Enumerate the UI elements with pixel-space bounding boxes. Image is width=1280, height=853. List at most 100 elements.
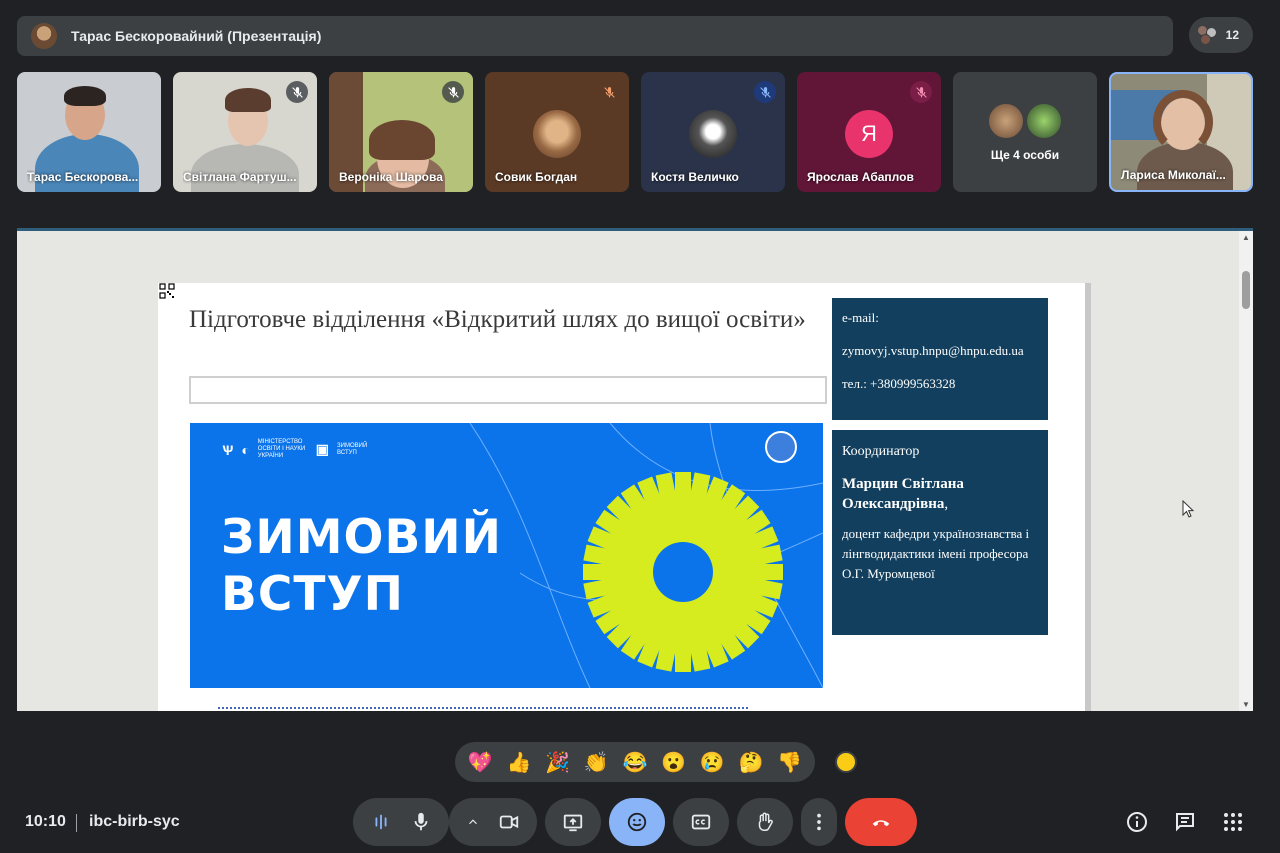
winter-admission-banner: Ѱ ◐ МІНІСТЕРСТВО ОСВІТИ І НАУКИ УКРАЇНИ … (190, 423, 823, 688)
microphone-control[interactable] (353, 798, 449, 846)
slide-link-line (218, 707, 748, 711)
participant-name: Тарас Бескорова... (27, 170, 139, 184)
leave-call-button[interactable] (845, 798, 917, 846)
participant-avatar: Я (845, 110, 893, 158)
reaction-sad[interactable]: 😢 (700, 750, 725, 775)
hand-icon (758, 812, 773, 831)
reaction-thumbs-up[interactable]: 👍 (507, 750, 532, 775)
more-options-button[interactable] (801, 798, 837, 846)
stage-scrollbar[interactable]: ▲ ▼ (1239, 231, 1253, 711)
ministry-name: МІНІСТЕРСТВО ОСВІТИ І НАУКИ УКРАЇНИ (257, 439, 306, 459)
sun-center (653, 542, 713, 602)
mouse-cursor-icon (1182, 500, 1195, 518)
slide-page: Підготовче відділення «Відкритий шлях до… (158, 283, 1085, 711)
scroll-up-icon[interactable]: ▲ (1242, 233, 1250, 242)
participant-name: Ярослав Абаплов (807, 170, 914, 184)
meeting-details-icon[interactable] (1125, 810, 1149, 834)
present-screen-icon (563, 814, 583, 832)
more-participants-tile[interactable]: Ще 4 особи (953, 72, 1097, 192)
email-value: zymovyj.vstup.hnpu@hnpu.edu.ua (842, 343, 1024, 358)
scroll-down-icon[interactable]: ▼ (1242, 700, 1250, 709)
presenter-bar[interactable]: Тарас Бескоровайний (Презентація) (17, 16, 1173, 56)
contact-card: e-mail: zymovyj.vstup.hnpu@hnpu.edu.ua т… (832, 298, 1048, 420)
banner-title-line2: ВСТУП (221, 567, 404, 622)
coordinator-position: доцент кафедри українознавства і лінгвод… (842, 526, 1030, 581)
reaction-clap[interactable]: 👏 (584, 750, 609, 775)
chat-icon[interactable] (1173, 810, 1197, 834)
participant-tile[interactable]: Тарас Бескорова... (17, 72, 161, 192)
participant-count: 12 (1225, 28, 1239, 42)
participant-avatar (987, 102, 1025, 140)
scrollbar-thumb[interactable] (1242, 271, 1250, 309)
reaction-party[interactable]: 🎉 (545, 750, 570, 775)
microphone-icon[interactable] (410, 811, 432, 833)
coordinator-name-comma: , (944, 496, 949, 512)
ministry-logo-icon: ◐ (241, 441, 250, 458)
camera-control[interactable] (449, 798, 537, 846)
participant-tile[interactable]: Совик Богдан (485, 72, 629, 192)
sun-burst-icon (583, 472, 783, 672)
university-seal-icon (765, 431, 797, 463)
muted-mic-icon (286, 81, 308, 103)
smiley-icon (627, 812, 647, 832)
reactions-button[interactable] (609, 798, 665, 846)
program-name: ЗИМОВИЙ ВСТУП (337, 442, 368, 456)
participants-button[interactable]: 12 (1189, 17, 1253, 53)
phone-value: тел.: +380999563328 (842, 376, 956, 391)
coordinator-label: Координатор (842, 444, 920, 459)
chevron-up-icon[interactable] (466, 815, 480, 829)
captions-button[interactable] (673, 798, 729, 846)
meeting-code: ibc-birb-syc (89, 813, 180, 830)
presentation-stage[interactable]: Підготовче відділення «Відкритий шлях до… (17, 228, 1253, 711)
participant-strip: Тарас Бескорова... Світлана Фартуш... Ве… (17, 72, 1253, 192)
participant-avatar (1025, 102, 1063, 140)
meeting-time: 10:10 (25, 813, 66, 830)
banner-title-line1: ЗИМОВИЙ (221, 510, 502, 565)
participant-name: Лариса Миколаї... (1121, 168, 1226, 182)
participant-name: Світлана Фартуш... (183, 170, 297, 184)
participant-tile[interactable]: Світлана Фартуш... (173, 72, 317, 192)
footer-divider (76, 814, 77, 832)
muted-mic-icon (754, 81, 776, 103)
participant-tile[interactable]: Костя Величко (641, 72, 785, 192)
present-button[interactable] (545, 798, 601, 846)
muted-mic-icon (442, 81, 464, 103)
participant-tile[interactable]: Лариса Миколаї... (1109, 72, 1253, 192)
muted-mic-icon (598, 81, 620, 103)
email-label: e-mail: (842, 310, 879, 325)
coordinator-card: Координатор Марцин Світлана Олександрівн… (832, 430, 1048, 635)
more-participants-label: Ще 4 особи (990, 148, 1060, 162)
reaction-laugh[interactable]: 😂 (623, 750, 648, 775)
reactions-bar: 💖 👍 🎉 👏 😂 😮 😢 🤔 👎 (455, 742, 815, 782)
program-logo-icon: ▣ (315, 441, 330, 457)
reaction-surprised[interactable]: 😮 (661, 750, 686, 775)
audio-level-icon (375, 814, 387, 830)
presenter-title: Тарас Бескоровайний (Презентація) (71, 28, 322, 44)
banner-title: ЗИМОВИЙ ВСТУП (221, 509, 502, 623)
participant-tile[interactable]: Вероніка Шарова (329, 72, 473, 192)
more-vert-icon (817, 813, 821, 831)
slide-input-bar (189, 376, 827, 404)
trident-icon: Ѱ (222, 441, 234, 458)
raise-hand-button[interactable] (737, 798, 793, 846)
coordinator-name-block: Марцин Світлана Олександрівна, (842, 474, 1038, 514)
camera-icon[interactable] (498, 811, 520, 833)
participant-avatar (689, 110, 737, 158)
participant-avatar (533, 110, 581, 158)
skin-tone-picker[interactable] (835, 751, 857, 773)
avatar-initial: Я (861, 121, 877, 146)
end-call-icon (872, 820, 890, 827)
presenter-avatar (31, 23, 57, 49)
captions-icon (691, 814, 711, 830)
reaction-thinking[interactable]: 🤔 (738, 750, 763, 775)
slide-heading: Підготовче відділення «Відкритий шлях до… (189, 306, 806, 333)
reaction-sparkling-heart[interactable]: 💖 (468, 750, 493, 775)
participant-tile[interactable]: Я Ярослав Абаплов (797, 72, 941, 192)
activities-grid-icon[interactable] (1221, 810, 1245, 834)
participant-name: Костя Величко (651, 170, 739, 184)
ministry-logos: Ѱ ◐ МІНІСТЕРСТВО ОСВІТИ І НАУКИ УКРАЇНИ … (222, 439, 371, 460)
reaction-thumbs-down[interactable]: 👎 (777, 750, 802, 775)
participants-avatars (1197, 25, 1219, 45)
qr-code-icon (159, 283, 175, 299)
participant-name: Совик Богдан (495, 170, 578, 184)
